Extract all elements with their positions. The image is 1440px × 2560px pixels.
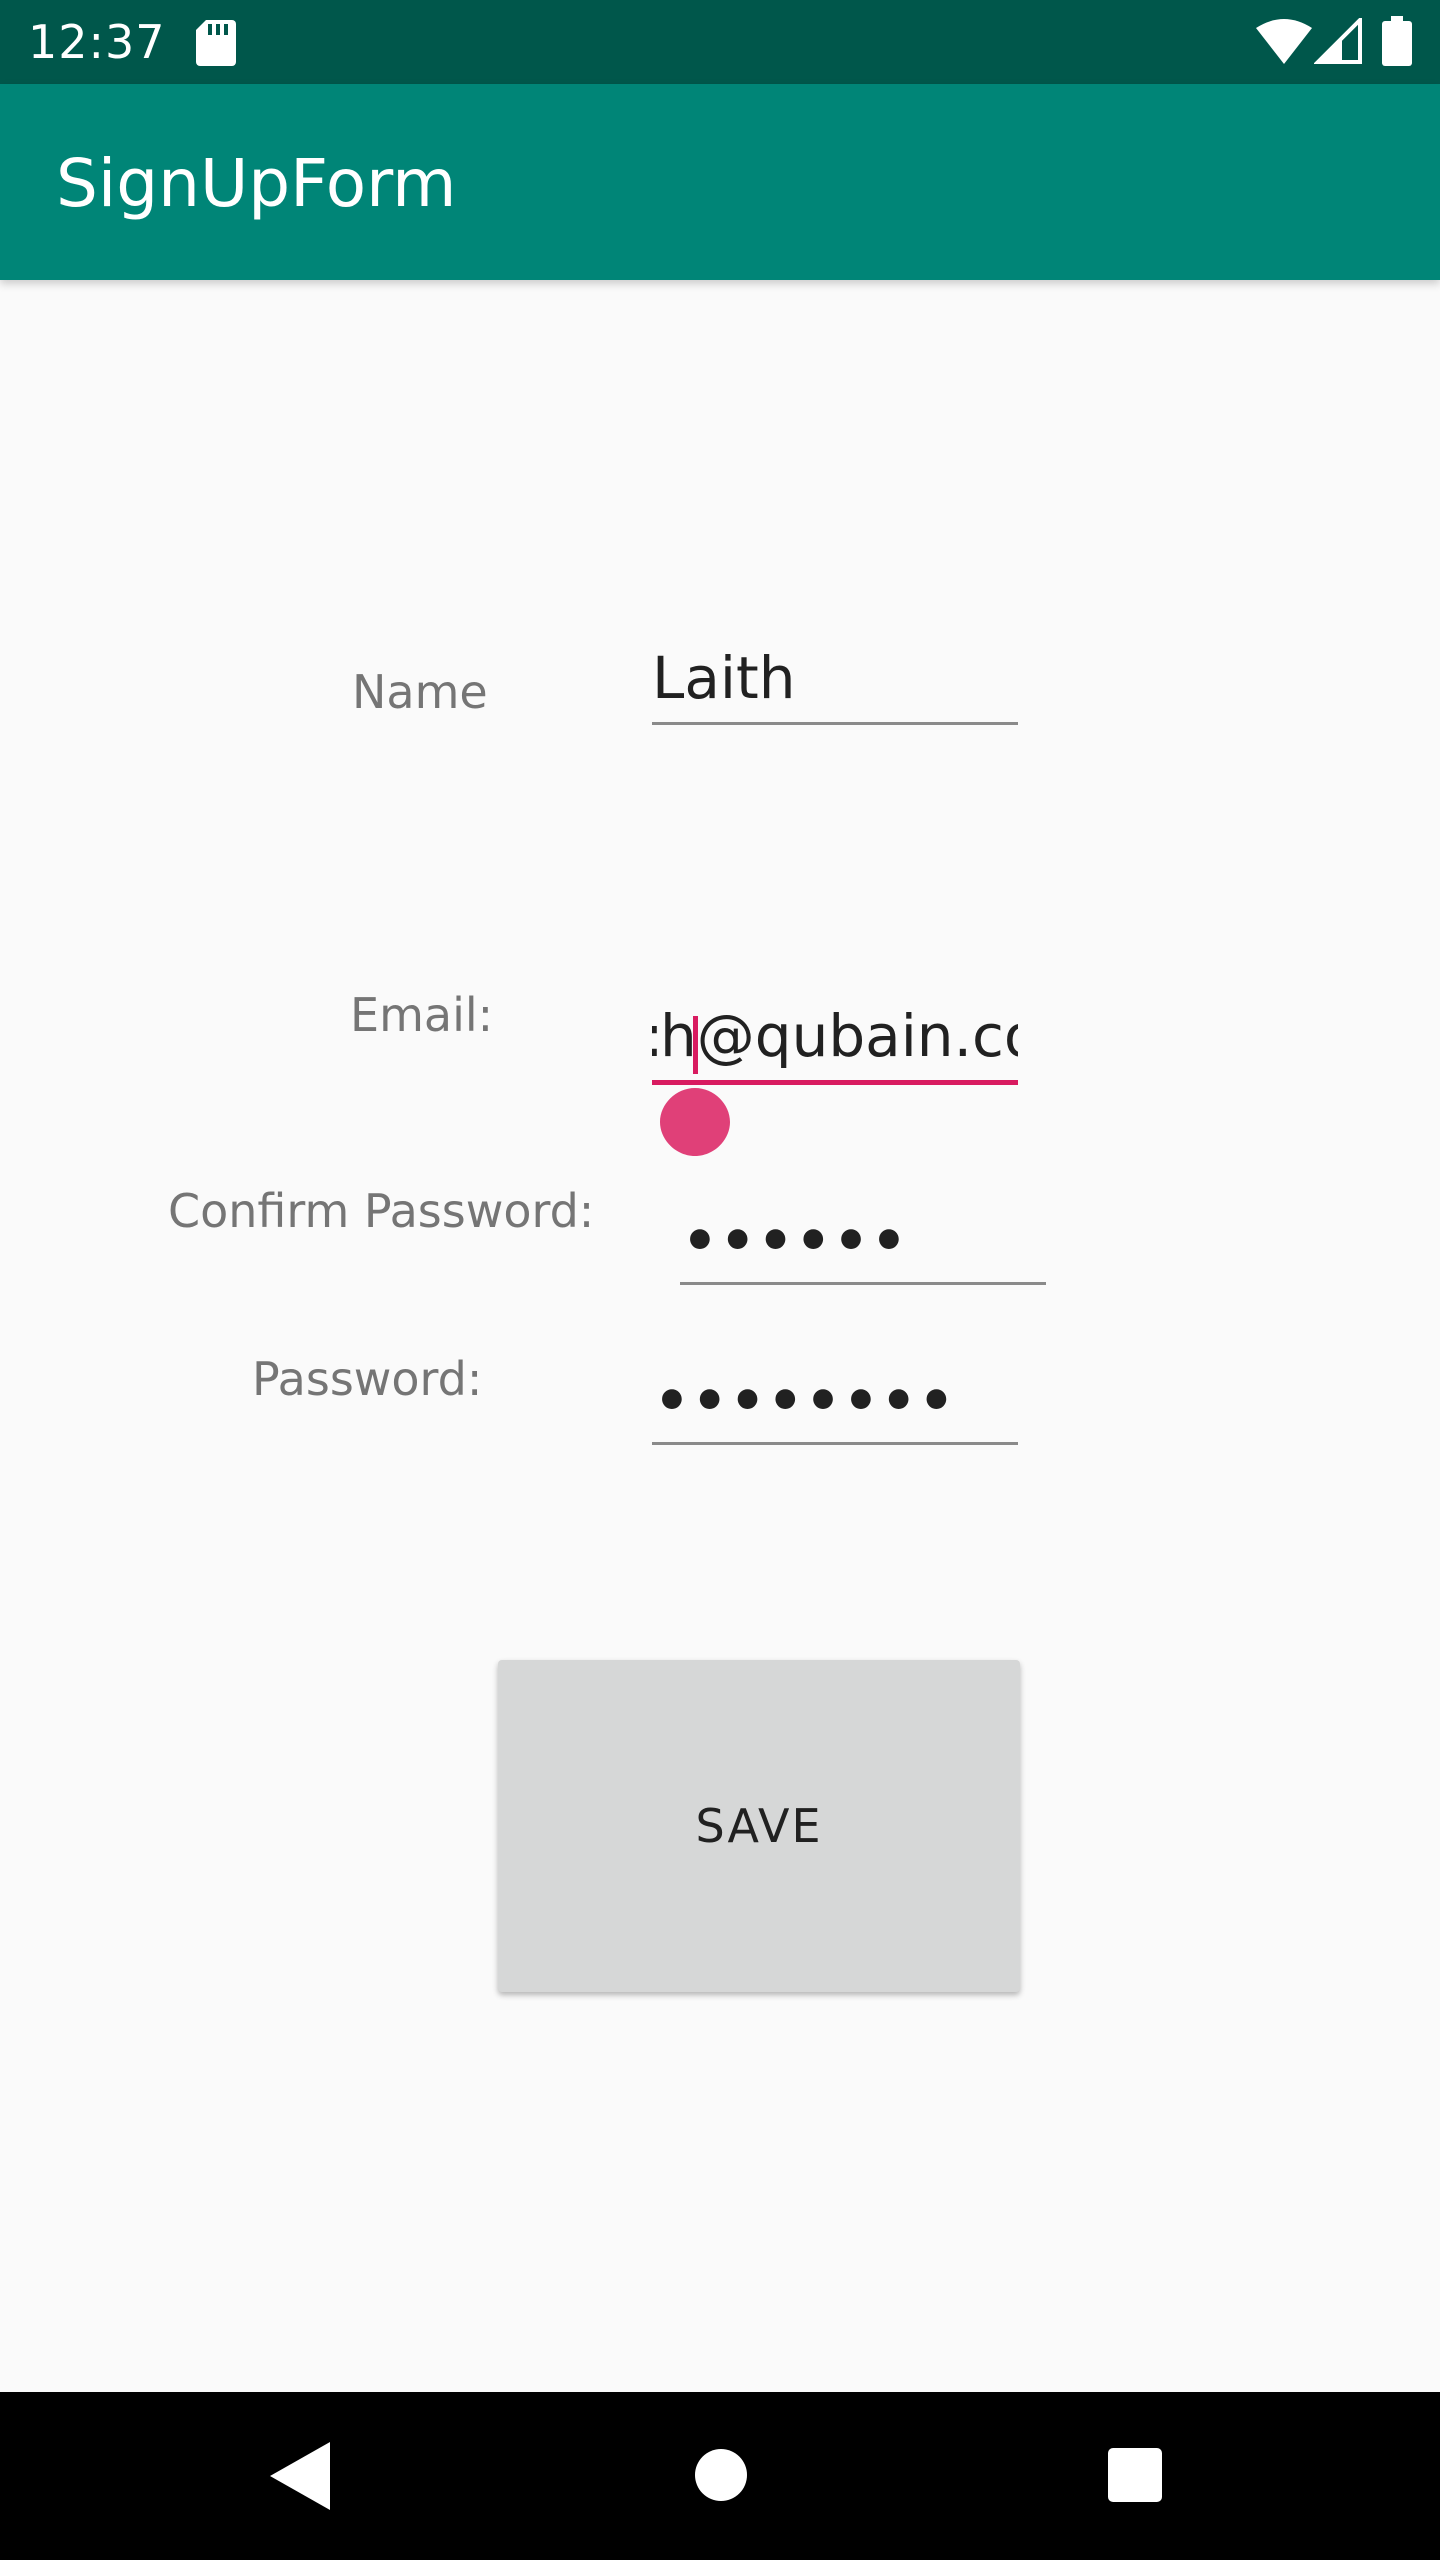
save-button[interactable]: SAVE (498, 1660, 1020, 1992)
back-icon[interactable] (270, 2442, 330, 2510)
sd-card-icon (196, 20, 236, 66)
password-value: •••••••• (654, 1369, 957, 1434)
app-title: SignUpForm (56, 145, 457, 222)
signal-icon (1314, 18, 1362, 64)
navigation-bar (0, 2392, 1440, 2560)
confirm-password-field[interactable]: •••••• (680, 1202, 1046, 1285)
email-value: h@qubain.co (660, 1002, 1018, 1070)
password-field[interactable]: •••••••• (652, 1362, 1018, 1445)
status-bar: 12:37 (0, 0, 1440, 84)
confirm-password-value: •••••• (682, 1209, 909, 1274)
wifi-icon (1256, 19, 1312, 64)
status-time: 12:37 (28, 15, 166, 69)
email-field[interactable]: : h@qubain.co (652, 1000, 1018, 1085)
name-field[interactable]: Laith (652, 642, 1018, 725)
app-bar: SignUpForm (0, 84, 1440, 280)
email-label: Email: (350, 988, 494, 1042)
name-label: Name (352, 665, 488, 719)
battery-icon (1382, 16, 1412, 66)
recents-icon[interactable] (1108, 2448, 1162, 2502)
password-label: Password: (252, 1352, 483, 1406)
text-cursor (693, 1016, 698, 1074)
home-icon[interactable] (694, 2448, 748, 2502)
confirm-password-label: Confirm Password: (168, 1184, 595, 1238)
name-value: Laith (652, 644, 796, 712)
cursor-handle-icon[interactable] (660, 1082, 730, 1156)
